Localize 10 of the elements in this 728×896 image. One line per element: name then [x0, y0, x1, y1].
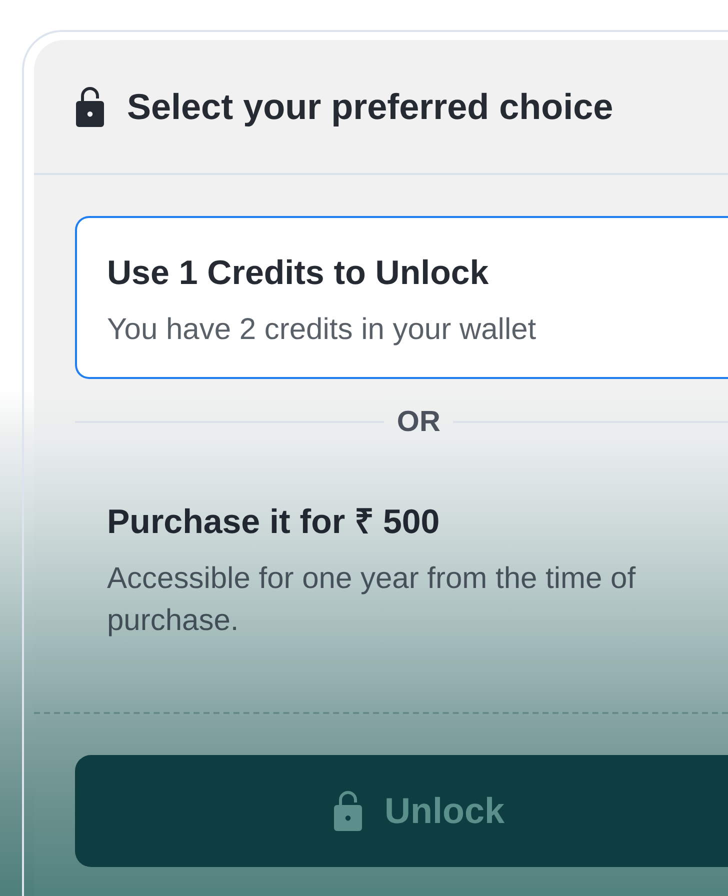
option-description: Accessible for one year from the time of purchase. — [107, 561, 637, 639]
or-label: OR — [396, 406, 440, 438]
padlock-icon — [334, 791, 362, 831]
dialog-title: Select your preferred choice — [127, 84, 614, 128]
choice-card[interactable]: Use 1 Credits to Unlock You have 2 credits in your wallet — [75, 216, 728, 379]
padlock-icon — [76, 86, 104, 126]
option-title: Use 1 Credits to Unlock — [107, 253, 490, 293]
option-description: You have 2 credits in your wallet — [107, 312, 538, 348]
choice-card[interactable]: Purchase it for ₹ 500 Accessible for one year from the time of purchase. — [75, 465, 728, 670]
option-title: Purchase it for ₹ 500 — [107, 502, 441, 542]
